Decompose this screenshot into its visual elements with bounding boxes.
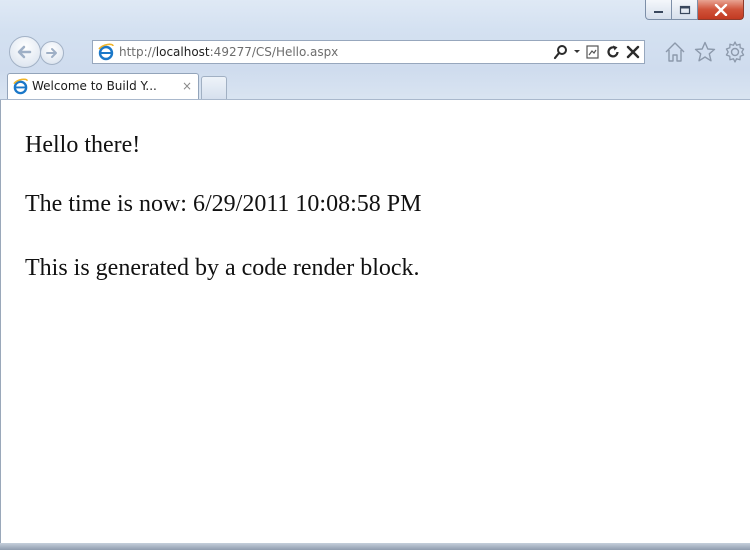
compatibility-view-button[interactable] — [584, 42, 602, 62]
browser-chrome: http://localhost:49277/CS/Hello.aspx Wel… — [0, 0, 750, 100]
greeting-text: Hello there! — [25, 132, 141, 158]
time-prefix: The time is now: — [25, 191, 187, 217]
url-host: localhost — [155, 45, 210, 59]
search-dropdown-button[interactable] — [572, 42, 582, 62]
tab-close-button[interactable]: × — [182, 78, 192, 94]
tab-title: Welcome to Build Y... — [32, 79, 157, 93]
back-arrow-icon — [17, 45, 32, 59]
page-content: Hello there! The time is now: 6/29/2011 1… — [0, 100, 750, 543]
tab-active[interactable]: Welcome to Build Y... × — [7, 73, 199, 99]
chevron-down-icon — [574, 50, 580, 53]
minimize-button[interactable] — [645, 0, 672, 20]
browser-window: http://localhost:49277/CS/Hello.aspx Wel… — [0, 0, 750, 550]
refresh-button[interactable] — [604, 42, 622, 62]
time-value: 6/29/2011 10:08:58 PM — [192, 191, 422, 217]
favorites-button[interactable] — [692, 39, 718, 65]
search-button[interactable] — [552, 42, 570, 62]
minimize-icon — [654, 11, 663, 13]
internet-explorer-icon — [98, 43, 114, 61]
url-prefix: http:// — [119, 45, 156, 59]
maximize-button[interactable] — [672, 0, 698, 20]
close-button[interactable] — [698, 0, 744, 20]
close-icon — [714, 3, 727, 16]
tools-button[interactable] — [722, 39, 748, 65]
render-block-text: This is generated by a code render block… — [25, 255, 420, 281]
home-button[interactable] — [662, 39, 688, 65]
maximize-icon — [679, 5, 690, 14]
window-bottom-border — [0, 543, 750, 550]
refresh-icon — [607, 45, 619, 58]
stop-icon — [626, 45, 640, 59]
address-bar-tools — [552, 42, 642, 62]
internet-explorer-icon — [13, 78, 28, 95]
tools-gear-icon — [725, 41, 745, 63]
time-line: The time is now: 6/29/2011 10:08:58 PM — [25, 190, 421, 218]
forward-arrow-icon — [46, 48, 57, 58]
new-tab-button[interactable] — [201, 76, 227, 99]
search-icon — [553, 45, 567, 60]
command-icons — [662, 39, 748, 65]
url-path: :49277/CS/Hello.aspx — [209, 45, 339, 59]
home-icon — [665, 42, 685, 62]
window-controls — [645, 0, 744, 22]
url-text[interactable]: http://localhost:49277/CS/Hello.aspx — [119, 44, 338, 60]
back-button[interactable] — [9, 36, 41, 68]
address-bar[interactable]: http://localhost:49277/CS/Hello.aspx — [92, 40, 645, 64]
stop-button[interactable] — [624, 42, 642, 62]
compatibility-view-icon — [586, 45, 599, 59]
forward-button[interactable] — [40, 41, 64, 65]
favorites-star-icon — [694, 41, 716, 62]
